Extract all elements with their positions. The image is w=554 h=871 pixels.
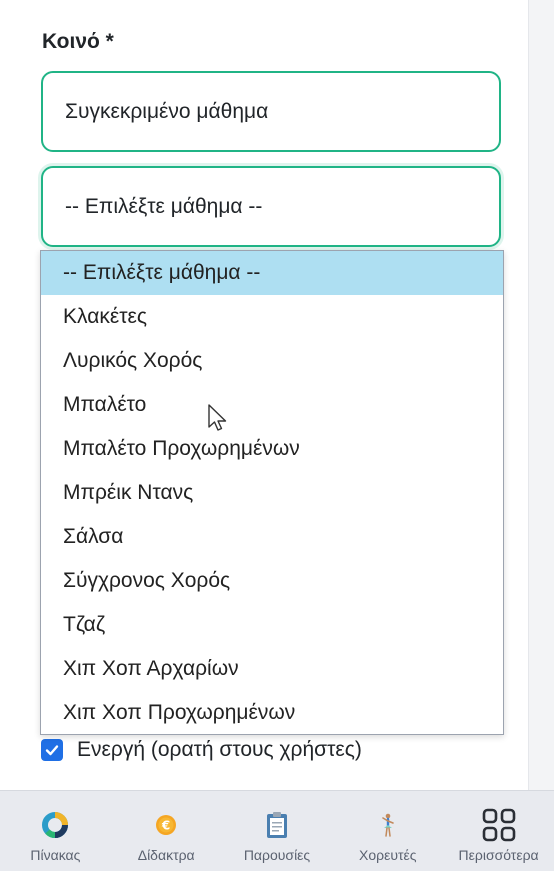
grid-icon <box>482 808 516 842</box>
dropdown-option[interactable]: Μπρέικ Ντανς <box>41 471 503 515</box>
nav-label: Πίνακας <box>30 847 81 863</box>
lesson-dropdown-list[interactable]: -- Επιλέξτε μάθημα -- Κλακέτες Λυρικός Χ… <box>40 250 504 735</box>
svg-text:€: € <box>161 819 170 833</box>
dropdown-option[interactable]: Λυρικός Χορός <box>41 339 503 383</box>
audience-select-value: Συγκεκριμένο μάθημα <box>65 99 269 123</box>
dashboard-donut-icon <box>41 809 69 841</box>
mouse-cursor-icon <box>208 404 227 431</box>
nav-label: Παρουσίες <box>243 847 311 863</box>
dropdown-option[interactable]: Κλακέτες <box>41 295 503 339</box>
dropdown-option[interactable]: Τζαζ <box>41 603 503 647</box>
dropdown-option[interactable]: Σάλσα <box>41 515 503 559</box>
active-checkbox-label: Ενεργή (ορατή στους χρήστες) <box>77 738 362 761</box>
audience-label: Κοινό * <box>42 30 114 53</box>
lesson-select-value: -- Επιλέξτε μάθημα -- <box>65 194 263 218</box>
dropdown-option[interactable]: Χιπ Χοπ Προχωρημένων <box>41 691 503 735</box>
clipboard-icon <box>265 809 289 841</box>
dropdown-option[interactable]: -- Επιλέξτε μάθημα -- <box>41 251 503 295</box>
dropdown-option[interactable]: Χιπ Χοπ Αρχαρίων <box>41 647 503 691</box>
nav-label: Χορευτές <box>359 847 417 863</box>
lesson-select[interactable]: -- Επιλέξτε μάθημα -- <box>41 166 501 247</box>
dropdown-option[interactable]: Σύγχρονος Χορός <box>41 559 503 603</box>
audience-select[interactable]: Συγκεκριμένο μάθημα <box>41 71 501 152</box>
dancer-icon <box>377 809 399 841</box>
nav-label: Περισσότερα <box>458 847 539 863</box>
nav-item-fees[interactable]: € Δίδακτρα <box>111 791 222 871</box>
bottom-navigation: Πίνακας € Δίδακτρα Παρουσίες Χορευτές Πε… <box>0 790 554 871</box>
nav-item-attendance[interactable]: Παρουσίες <box>222 791 333 871</box>
checkmark-icon <box>45 745 59 756</box>
active-checkbox-row[interactable]: Ενεργή (ορατή στους χρήστες) <box>41 738 362 762</box>
nav-item-more[interactable]: Περισσότερα <box>443 791 554 871</box>
dropdown-option[interactable]: Μπαλέτο Προχωρημένων <box>41 427 503 471</box>
nav-item-dashboard[interactable]: Πίνακας <box>0 791 111 871</box>
euro-coin-icon: € <box>154 809 178 841</box>
nav-label: Δίδακτρα <box>137 847 195 863</box>
nav-item-dancers[interactable]: Χορευτές <box>332 791 443 871</box>
active-checkbox[interactable] <box>41 739 63 761</box>
dropdown-option[interactable]: Μπαλέτο <box>41 383 503 427</box>
